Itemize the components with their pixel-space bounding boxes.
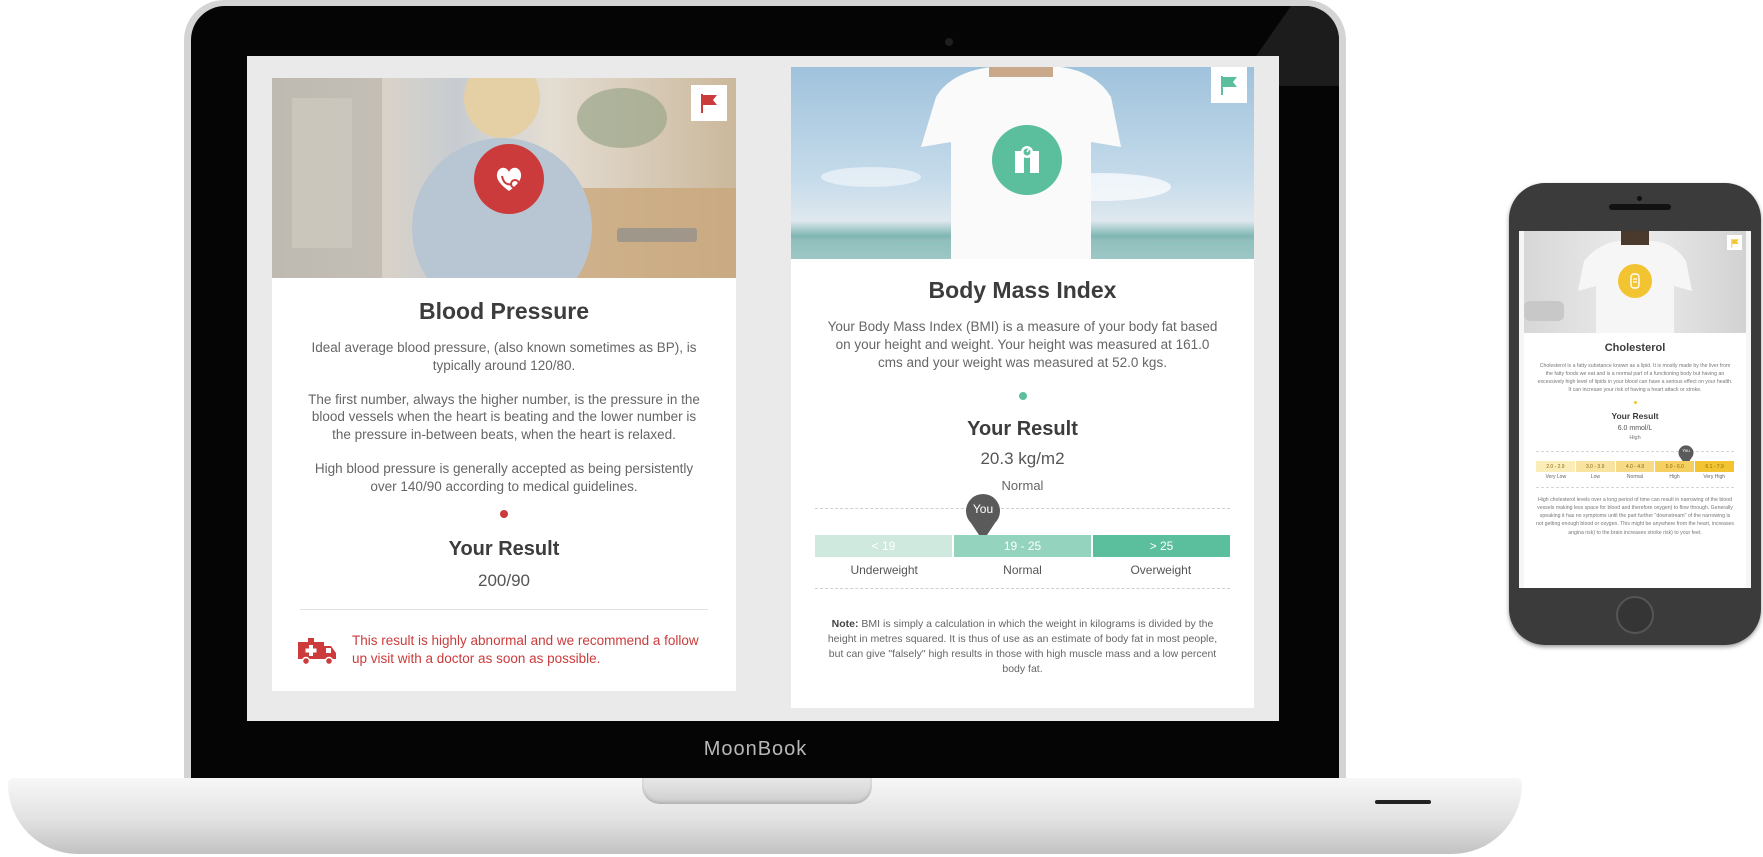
scale-label: Very High (1703, 474, 1726, 481)
flag-icon (701, 94, 717, 113)
scale-segment: 6.1 - 7.9 (1695, 461, 1734, 473)
separator-dot (1018, 392, 1027, 401)
scale-label: High (1669, 474, 1680, 481)
card-title: Body Mass Index (928, 277, 1117, 303)
cholesterol-icon (1618, 264, 1652, 298)
scale-bar: < 19 19 - 25 > 25 (815, 535, 1230, 558)
divider (300, 608, 708, 610)
result-value: 200/90 (478, 570, 530, 590)
flag-icon (1730, 238, 1739, 248)
heart-stethoscope-icon (474, 144, 544, 214)
flag-button[interactable] (1211, 67, 1247, 103)
scale-segment: > 25 (1093, 535, 1230, 558)
bmi-description: Your Body Mass Index (BMI) is a measure … (827, 319, 1218, 370)
you-marker-label: You (1682, 448, 1690, 454)
phone-speaker (1609, 204, 1671, 210)
blood-pressure-card: Blood Pressure Ideal average blood press… (272, 78, 736, 691)
paragraph: The first number, always the higher numb… (308, 391, 700, 443)
laptop-slot (1375, 800, 1431, 804)
abnormal-alert: This result is highly abnormal and we re… (296, 632, 712, 668)
scale-label: Low (1590, 474, 1600, 481)
dashed-line (815, 508, 1230, 510)
result-category: High (1629, 435, 1641, 442)
webcam-icon (945, 38, 953, 46)
result-title: Your Result (1611, 411, 1659, 422)
card-title: Blood Pressure (419, 298, 589, 324)
ambulance-icon (298, 637, 336, 665)
bmi-card: Body Mass Index Your Body Mass Index (BM… (791, 67, 1254, 708)
scale-segment: 19 - 25 (954, 535, 1091, 558)
alert-text: This result is highly abnormal and we re… (352, 632, 699, 666)
scale-labels: Underweight Normal Overweight (815, 563, 1230, 577)
flag-button[interactable] (1727, 235, 1742, 250)
result-value: 20.3 kg/m2 (980, 449, 1065, 469)
result-value: 6.0 mmol/L (1617, 425, 1653, 433)
flag-button[interactable] (691, 85, 727, 121)
scale-bar: 2.0 - 2.9 3.0 - 3.9 4.0 - 4.9 5.0 - 6.0 … (1536, 461, 1734, 473)
laptop-brand: MoonBook (703, 738, 808, 760)
phone: Cholesterol Cholesterol is a fatty subst… (1509, 183, 1761, 645)
separator-dot (1633, 401, 1637, 405)
result-title: Your Result (967, 418, 1078, 441)
dashed-line (1536, 451, 1734, 453)
scale-label: Overweight (1130, 563, 1192, 578)
paragraph: Ideal average blood pressure, (also know… (311, 340, 697, 373)
scale-label: Underweight (850, 563, 918, 578)
scale-label: Very Low (1545, 474, 1567, 481)
cholesterol-card: Cholesterol Cholesterol is a fatty subst… (1524, 231, 1746, 588)
result-category: Normal (1001, 478, 1044, 494)
scale-segment: 5.0 - 6.0 (1655, 461, 1695, 473)
cholesterol-hero-image (1524, 231, 1746, 333)
cholesterol-description: Cholesterol is a fatty substance known a… (1537, 363, 1733, 394)
cholesterol-scale: You 2.0 - 2.9 3.0 - 3.9 4.0 - 4.9 5.0 - … (1536, 445, 1734, 481)
scale-segment: 3.0 - 3.9 (1575, 461, 1615, 473)
card-title: Cholesterol (1604, 342, 1666, 354)
laptop-screen: Blood Pressure Ideal average blood press… (247, 56, 1279, 721)
scale-segment: 2.0 - 2.9 (1536, 461, 1575, 473)
device-mockup: MoonBook Blood Pressure Ideal average bl… (0, 0, 1763, 857)
bmi-hero-image (791, 67, 1254, 259)
bmi-scale: You < 19 19 - 25 > 25 Underweight Normal… (815, 493, 1230, 605)
phone-camera-icon (1637, 196, 1642, 201)
scale-label: Normal (1626, 474, 1644, 481)
paragraph: High blood pressure is generally accepte… (314, 461, 694, 494)
scale-icon (992, 125, 1062, 195)
dashed-line (815, 588, 1230, 590)
note-label: Note: (831, 618, 859, 631)
note-text: BMI is simply a calculation in which the… (827, 618, 1218, 675)
phone-screen: Cholesterol Cholesterol is a fatty subst… (1519, 231, 1751, 588)
scale-segment: 4.0 - 4.9 (1615, 461, 1655, 473)
dashed-line (1536, 487, 1734, 489)
you-marker-label: You (972, 502, 994, 517)
scale-label: Normal (1003, 563, 1042, 578)
blood-pressure-hero-image (272, 78, 736, 278)
laptop-notch (642, 778, 872, 804)
result-title: Your Result (448, 537, 560, 560)
flag-icon (1221, 76, 1237, 95)
scale-labels: Very Low Low Normal High Very High (1536, 474, 1734, 480)
cholesterol-footer: High cholesterol levels over a long peri… (1536, 497, 1735, 536)
phone-home-button (1616, 596, 1654, 634)
scale-segment: < 19 (815, 535, 952, 558)
bmi-note: Note: BMI is simply a calculation in whi… (823, 617, 1222, 676)
separator-dot (500, 509, 508, 518)
